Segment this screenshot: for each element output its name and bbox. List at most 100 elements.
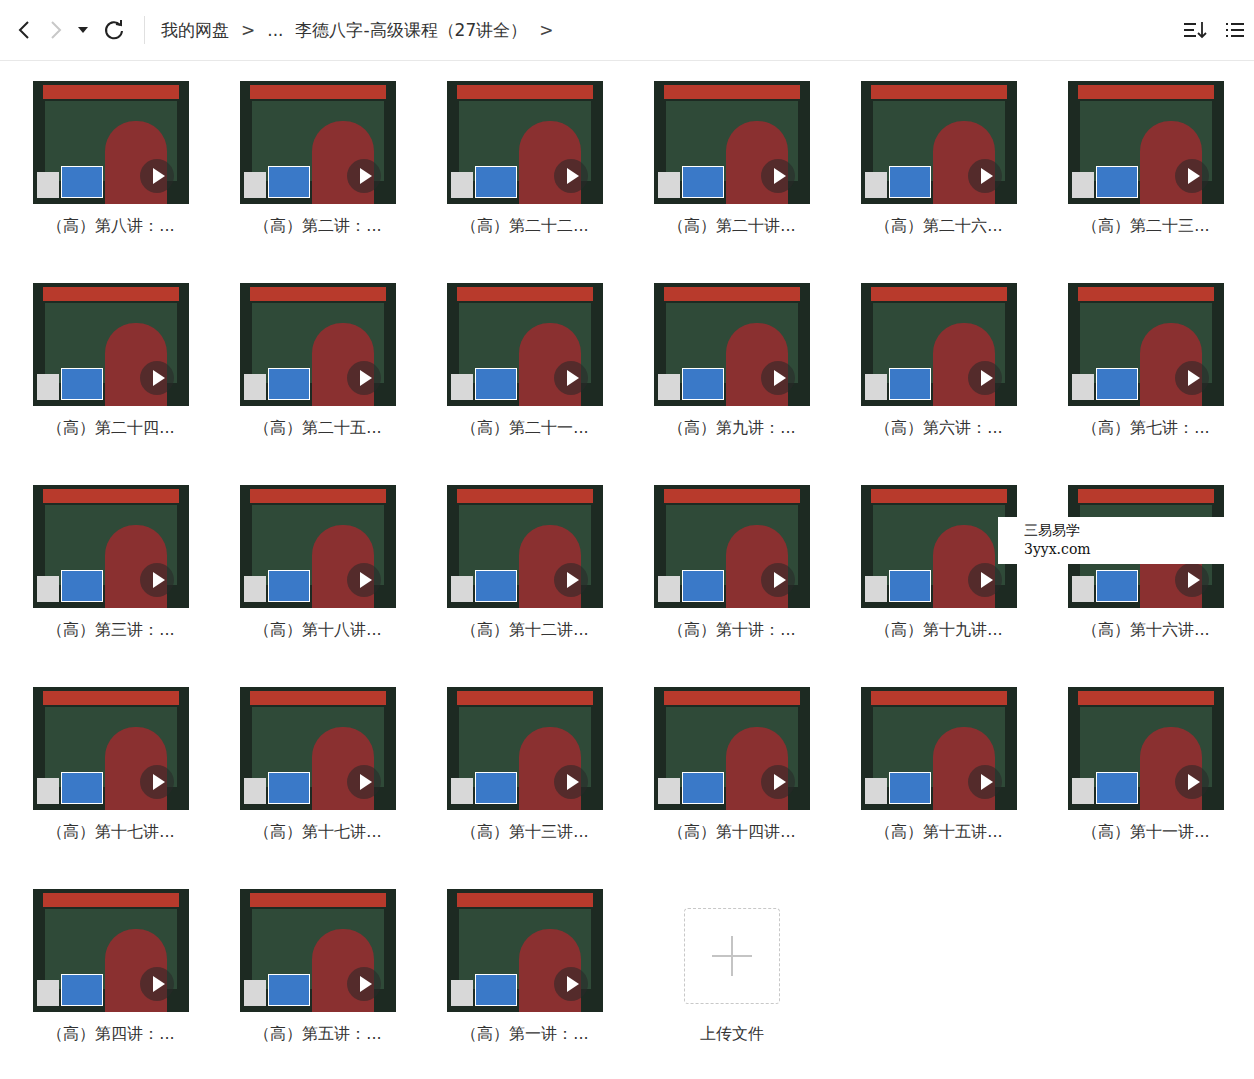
video-thumbnail	[33, 485, 189, 608]
file-item[interactable]: （高）第二十三...	[1068, 81, 1224, 237]
file-item[interactable]: （高）第十七讲...	[33, 687, 189, 843]
video-thumbnail	[654, 283, 810, 406]
history-dropdown[interactable]	[72, 12, 94, 48]
play-icon[interactable]	[967, 360, 1003, 396]
play-icon[interactable]	[139, 764, 175, 800]
file-name[interactable]: （高）第五讲：...	[254, 1024, 381, 1045]
file-item[interactable]: （高）第十讲：...	[654, 485, 810, 641]
file-item[interactable]: 三易易学3yyx.com （高）第十六讲...	[1068, 485, 1224, 641]
file-name[interactable]: （高）第十四讲...	[668, 822, 795, 843]
play-icon[interactable]	[139, 158, 175, 194]
watermark-line: 3yyx.com	[1024, 540, 1224, 559]
file-item[interactable]: （高）第一讲：...	[447, 889, 603, 1045]
file-item[interactable]: （高）第三讲：...	[33, 485, 189, 641]
file-name[interactable]: （高）第一讲：...	[461, 1024, 588, 1045]
file-name[interactable]: （高）第十六讲...	[1082, 620, 1209, 641]
file-name[interactable]: （高）第七讲：...	[1082, 418, 1209, 439]
play-icon[interactable]	[967, 764, 1003, 800]
play-icon[interactable]	[553, 764, 589, 800]
file-item[interactable]: （高）第十七讲...	[240, 687, 396, 843]
file-name[interactable]: （高）第二十二...	[461, 216, 588, 237]
upload-label[interactable]: 上传文件	[700, 1024, 764, 1045]
play-icon[interactable]	[139, 966, 175, 1002]
play-icon[interactable]	[967, 158, 1003, 194]
file-name[interactable]: （高）第二讲：...	[254, 216, 381, 237]
file-item[interactable]: （高）第十二讲...	[447, 485, 603, 641]
file-item[interactable]: （高）第二十一...	[447, 283, 603, 439]
file-item[interactable]: （高）第二十二...	[447, 81, 603, 237]
file-name[interactable]: （高）第十九讲...	[875, 620, 1002, 641]
file-item[interactable]: （高）第七讲：...	[1068, 283, 1224, 439]
file-item[interactable]: （高）第五讲：...	[240, 889, 396, 1045]
file-name[interactable]: （高）第十五讲...	[875, 822, 1002, 843]
play-icon[interactable]	[967, 562, 1003, 598]
play-icon[interactable]	[1174, 562, 1210, 598]
file-name[interactable]: （高）第二十五...	[254, 418, 381, 439]
file-name[interactable]: （高）第十一讲...	[1082, 822, 1209, 843]
file-name[interactable]: （高）第二十三...	[1082, 216, 1209, 237]
file-name[interactable]: （高）第八讲：...	[47, 216, 174, 237]
file-name[interactable]: （高）第二十一...	[461, 418, 588, 439]
file-name[interactable]: （高）第六讲：...	[875, 418, 1002, 439]
play-icon[interactable]	[760, 360, 796, 396]
play-icon[interactable]	[346, 764, 382, 800]
file-name[interactable]: （高）第十七讲...	[254, 822, 381, 843]
file-item[interactable]: （高）第二十四...	[33, 283, 189, 439]
file-name[interactable]: （高）第十八讲...	[254, 620, 381, 641]
file-name[interactable]: （高）第十七讲...	[47, 822, 174, 843]
list-view-button[interactable]	[1216, 12, 1254, 48]
file-name[interactable]: （高）第二十讲...	[668, 216, 795, 237]
play-icon[interactable]	[346, 562, 382, 598]
play-icon[interactable]	[553, 966, 589, 1002]
file-item[interactable]: （高）第九讲：...	[654, 283, 810, 439]
breadcrumb-item[interactable]: 我的网盘	[161, 19, 229, 42]
play-icon[interactable]	[139, 360, 175, 396]
play-icon[interactable]	[1174, 764, 1210, 800]
netdisk-window: 我的网盘>...李德八字-高级课程（27讲全）> （高）第八讲：... （高）第…	[0, 0, 1254, 1079]
file-name[interactable]: （高）第三讲：...	[47, 620, 174, 641]
back-button[interactable]	[8, 12, 40, 48]
file-item[interactable]: （高）第十五讲...	[861, 687, 1017, 843]
file-name[interactable]: （高）第二十六...	[875, 216, 1002, 237]
file-item[interactable]: （高）第十三讲...	[447, 687, 603, 843]
play-icon[interactable]	[346, 966, 382, 1002]
file-item[interactable]: （高）第十四讲...	[654, 687, 810, 843]
breadcrumb-item[interactable]: 李德八字-高级课程（27讲全）	[295, 19, 527, 42]
play-icon[interactable]	[346, 360, 382, 396]
forward-button[interactable]	[40, 12, 72, 48]
watermark-line: 三易易学	[1024, 521, 1224, 540]
upload-button[interactable]	[684, 908, 780, 1004]
file-item[interactable]: （高）第四讲：...	[33, 889, 189, 1045]
file-name[interactable]: （高）第十二讲...	[461, 620, 588, 641]
file-item[interactable]: （高）第十九讲...	[861, 485, 1017, 641]
play-icon[interactable]	[1174, 158, 1210, 194]
file-item[interactable]: （高）第二十五...	[240, 283, 396, 439]
play-icon[interactable]	[760, 764, 796, 800]
video-thumbnail	[861, 687, 1017, 810]
file-item[interactable]: （高）第十八讲...	[240, 485, 396, 641]
refresh-button[interactable]	[94, 12, 134, 48]
play-icon[interactable]	[553, 158, 589, 194]
file-name[interactable]: （高）第四讲：...	[47, 1024, 174, 1045]
file-item[interactable]: （高）第六讲：...	[861, 283, 1017, 439]
file-item[interactable]: （高）第二十讲...	[654, 81, 810, 237]
play-icon[interactable]	[553, 360, 589, 396]
play-icon[interactable]	[760, 158, 796, 194]
play-icon[interactable]	[760, 562, 796, 598]
file-item[interactable]: （高）第十一讲...	[1068, 687, 1224, 843]
video-thumbnail	[240, 81, 396, 204]
breadcrumb-item[interactable]: ...	[267, 20, 283, 40]
file-item[interactable]: （高）第二十六...	[861, 81, 1017, 237]
play-icon[interactable]	[1174, 360, 1210, 396]
file-name[interactable]: （高）第十讲：...	[668, 620, 795, 641]
file-item[interactable]: （高）第八讲：...	[33, 81, 189, 237]
file-item[interactable]: （高）第二讲：...	[240, 81, 396, 237]
play-icon[interactable]	[346, 158, 382, 194]
file-name[interactable]: （高）第十三讲...	[461, 822, 588, 843]
upload-item[interactable]: 上传文件	[654, 889, 810, 1045]
file-name[interactable]: （高）第二十四...	[47, 418, 174, 439]
play-icon[interactable]	[553, 562, 589, 598]
file-name[interactable]: （高）第九讲：...	[668, 418, 795, 439]
play-icon[interactable]	[139, 562, 175, 598]
sort-button[interactable]	[1174, 12, 1216, 48]
